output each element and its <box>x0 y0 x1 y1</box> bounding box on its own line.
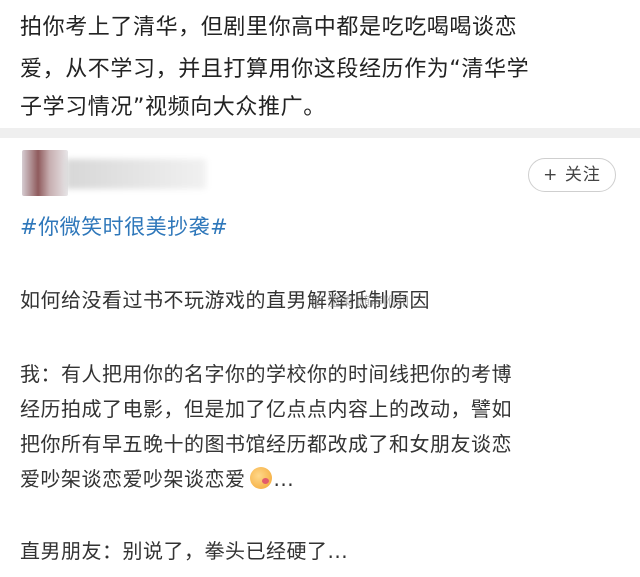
comment-text-line-4: 爱吵架谈恋爱吵架谈恋爱... <box>20 466 294 492</box>
blurred-username <box>66 159 206 189</box>
post-text-line: 爱，从不学习，并且打算用你这段经历作为“清华学 <box>20 57 530 82</box>
yum-face-emoji-icon <box>249 467 272 489</box>
comment-text: 爱吵架谈恋爱吵架谈恋爱 <box>20 467 246 491</box>
comment-text-line: 我：有人把用你的名字你的学校你的时间线把你的考博 <box>20 362 512 386</box>
section-divider <box>0 128 640 138</box>
post-text-line: 拍你考上了清华，但剧里你高中都是吃吃喝喝谈恋 <box>20 15 518 40</box>
ellipsis: ... <box>273 467 295 491</box>
post-text-line: 子学习情况”视频向大众推广。 <box>20 95 326 120</box>
avatar[interactable] <box>22 150 68 196</box>
comment-text-line: 经历拍成了电影，但是加了亿点点内容上的改动，譬如 <box>20 397 512 421</box>
comment-text-line: 把你所有早五晚十的图书馆经历都改成了和女朋友谈恋 <box>20 432 512 456</box>
follow-button[interactable]: + 关注 <box>528 158 616 192</box>
quoted-post: 拍你考上了清华，但剧里你高中都是吃吃喝喝谈恋 爱，从不学习，并且打算用你这段经历… <box>0 0 640 128</box>
boyfriend-reply: 直男朋友：别说了，拳头已经硬了... <box>20 539 349 563</box>
watermark: @ 温柔 随声附和 <box>310 295 410 310</box>
hashtag-link[interactable]: #你微笑时很美抄袭# <box>20 214 228 240</box>
